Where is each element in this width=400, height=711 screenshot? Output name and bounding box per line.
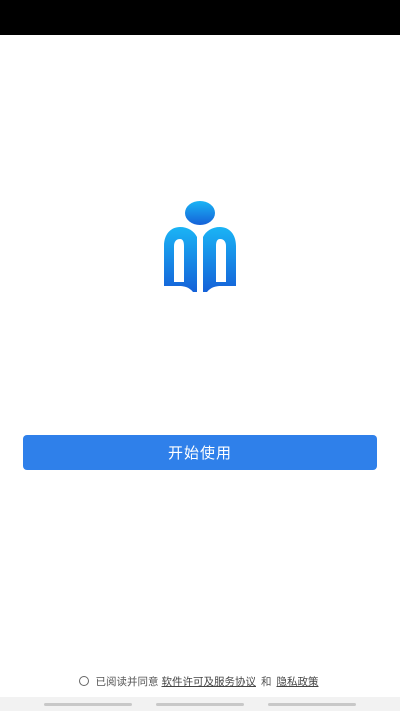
agreement-conjunction: 和 <box>261 675 272 688</box>
app-logo-icon <box>164 201 236 292</box>
start-using-button[interactable]: 开始使用 <box>23 435 377 470</box>
nav-menu-button[interactable] <box>44 703 132 706</box>
agreement-row: 已阅读并同意 软件许可及服务协议 和 隐私政策 <box>0 672 400 690</box>
nav-home-button[interactable] <box>156 703 244 706</box>
agree-radio[interactable] <box>78 676 89 686</box>
privacy-policy-link[interactable]: 隐私政策 <box>277 674 319 689</box>
navigation-bar <box>0 697 400 711</box>
status-bar <box>0 0 400 35</box>
nav-back-button[interactable] <box>268 703 356 706</box>
agreement-prefix: 已阅读并同意 <box>95 675 159 688</box>
license-agreement-link[interactable]: 软件许可及服务协议 <box>162 674 257 689</box>
